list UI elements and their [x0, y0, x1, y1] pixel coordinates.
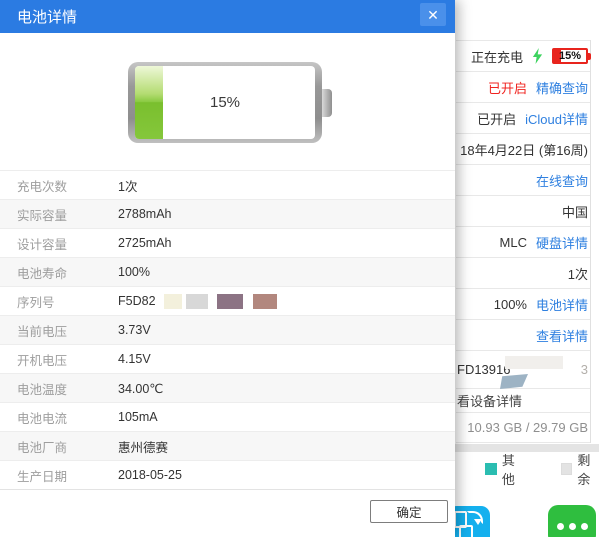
- view-device-details-button[interactable]: 看设备详情: [456, 388, 590, 412]
- more-apps-icon[interactable]: [548, 505, 596, 537]
- row-value: 4.15V: [118, 352, 151, 366]
- dot-icon: [580, 523, 588, 530]
- row-value: 2018-05-25: [118, 468, 182, 482]
- battery-life-text: 100%: [493, 296, 527, 312]
- disk-type-text: MLC: [499, 234, 527, 250]
- battery-charge-percent: 15%: [209, 93, 241, 111]
- legend-item-free: 剩余: [560, 450, 603, 488]
- battery-body: 15%: [135, 66, 315, 139]
- row-label: 实际容量: [17, 208, 68, 223]
- row-label: 电池厂商: [17, 440, 68, 455]
- dialog-title: 电池详情: [17, 9, 78, 26]
- transfer-arrow-head: [474, 519, 482, 525]
- serial-censor-block: [185, 293, 208, 309]
- table-row-battery-current: 电池电流 105mA: [0, 402, 455, 431]
- table-row-design-capacity: 设计容量 2725mAh: [0, 228, 455, 257]
- device-serial-text: FD13916: [457, 362, 511, 377]
- battery-terminal-nub: [322, 88, 332, 117]
- row-value: F5D82: [118, 294, 156, 308]
- row-value: 100%: [118, 265, 150, 279]
- row-precise-query: 已开启 精确查询: [456, 71, 590, 102]
- storage-legend: 其他 剩余: [455, 453, 603, 487]
- status-enabled-red: 已开启: [487, 80, 527, 96]
- row-region: 中国: [456, 195, 590, 226]
- dialog-footer: 确定: [0, 489, 455, 537]
- legend-other-label: 其他: [501, 453, 515, 487]
- status-enabled: 已开启: [477, 111, 517, 127]
- battery-graphic-zone: 15%: [0, 33, 455, 170]
- battery-details-link[interactable]: 电池详情: [536, 295, 588, 314]
- table-row-actual-capacity: 实际容量 2788mAh: [0, 199, 455, 228]
- row-label: 充电次数: [17, 179, 68, 194]
- row-date: 18年4月22日 (第16周): [456, 133, 590, 164]
- dialog-titlebar: 电池详情 ✕: [0, 0, 455, 33]
- row-charging-state: 正在充电 15%: [456, 40, 591, 71]
- row-label: 序列号: [17, 295, 55, 310]
- table-row-boot-voltage: 开机电压 4.15V: [0, 344, 455, 373]
- table-row-production-date: 生产日期 2018-05-25: [0, 460, 455, 489]
- row-value: 1次: [118, 179, 138, 194]
- battery-level-icon: 15%: [552, 48, 591, 64]
- dot-icon: [568, 523, 576, 530]
- dot-icon: [556, 523, 564, 530]
- charge-count-text: 1次: [567, 266, 588, 282]
- row-value: 3.73V: [118, 323, 151, 337]
- row-value: 2725mAh: [118, 236, 172, 250]
- row-value: 惠州德赛: [118, 440, 169, 455]
- screen: 正在充电 15% 已开启 精确查询 已开启 iCloud详情 18年4月22日 …: [0, 0, 603, 537]
- table-row-battery-manufacturer: 电池厂商 惠州德赛: [0, 431, 455, 460]
- online-query-link[interactable]: 在线查询: [536, 171, 588, 190]
- row-value: 105mA: [118, 410, 158, 424]
- serial-censor-block: [252, 293, 277, 309]
- other-swatch-icon: [485, 463, 497, 475]
- legend-free-label: 剩余: [577, 453, 591, 487]
- row-value: 34.00℃: [118, 381, 164, 396]
- charging-label: 正在充电: [470, 49, 523, 65]
- ok-button[interactable]: 确定: [370, 500, 448, 523]
- legend-item-other: 其他: [485, 450, 528, 488]
- table-row-battery-temperature: 电池温度 34.00℃: [0, 373, 455, 402]
- table-row-battery-life: 电池寿命 100%: [0, 257, 455, 286]
- region-text: 中国: [561, 204, 588, 220]
- row-disk: MLC 硬盘详情: [456, 226, 590, 257]
- serial-suffix-text: 3: [580, 362, 588, 377]
- table-row-charge-count: 充电次数 1次: [0, 170, 455, 199]
- row-label: 生产日期: [17, 469, 68, 484]
- row-icloud: 已开启 iCloud详情: [456, 102, 590, 133]
- censor-blur-block: [505, 356, 563, 369]
- table-row-serial-number: 序列号 F5D82: [0, 286, 455, 315]
- close-icon[interactable]: ✕: [420, 3, 446, 26]
- row-label: 电池电流: [17, 411, 68, 426]
- row-label: 当前电压: [17, 324, 68, 339]
- serial-censor-block: [163, 293, 182, 309]
- view-device-details-label: 看设备详情: [457, 394, 523, 409]
- table-row-current-voltage: 当前电压 3.73V: [0, 315, 455, 344]
- disk-details-link[interactable]: 硬盘详情: [536, 233, 588, 252]
- battery-detail-table: 充电次数 1次 实际容量 2788mAh 设计容量 2725mAh 电池寿命 1…: [0, 170, 455, 489]
- activation-date-text: 18年4月22日 (第16周): [460, 142, 588, 158]
- row-online-query: 在线查询: [456, 164, 590, 195]
- free-swatch-icon: [560, 463, 573, 475]
- row-value: 2788mAh: [118, 207, 172, 221]
- serial-censor-block: [216, 293, 243, 309]
- storage-usage-text: 10.93 GB / 29.79 GB: [467, 420, 588, 435]
- view-details-link[interactable]: 查看详情: [536, 326, 588, 345]
- precise-query-link[interactable]: 精确查询: [536, 78, 588, 97]
- row-battery-life: 100% 电池详情: [456, 288, 590, 319]
- row-label: 设计容量: [17, 237, 68, 252]
- transfer-target-icon: [459, 525, 473, 537]
- icloud-details-link[interactable]: iCloud详情: [525, 109, 588, 128]
- battery-percent-text: 15%: [558, 49, 582, 62]
- battery-graphic: 15%: [128, 62, 332, 143]
- row-storage: 10.93 GB / 29.79 GB: [456, 412, 590, 443]
- battery-details-dialog: 电池详情 ✕ 15% 充电次数 1次 实际容量 2788mAh 设计容量 272…: [0, 0, 455, 537]
- battery-nub: [588, 53, 591, 60]
- row-label: 电池寿命: [17, 266, 68, 281]
- row-label: 电池温度: [17, 382, 68, 397]
- row-charge-count: 1次: [456, 257, 590, 288]
- row-label: 开机电压: [17, 353, 68, 368]
- lightning-bolt-icon: [532, 48, 543, 64]
- row-view-details: 查看详情: [456, 319, 590, 350]
